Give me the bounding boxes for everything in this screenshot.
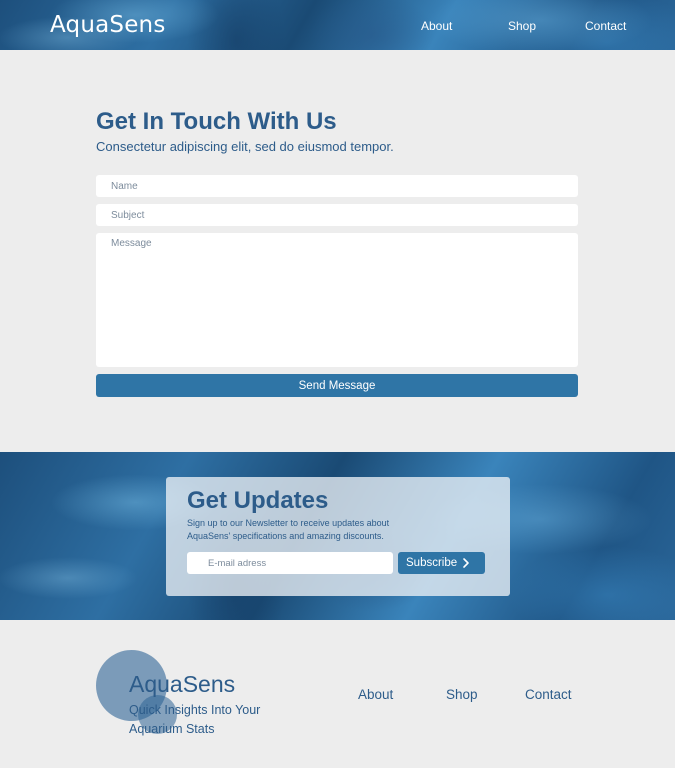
- newsletter-title: Get Updates: [187, 487, 329, 514]
- contact-subtitle: Consectetur adipiscing elit, sed do eius…: [96, 139, 394, 154]
- nav-contact[interactable]: Contact: [585, 19, 626, 33]
- nav-about[interactable]: About: [421, 19, 452, 33]
- newsletter-text: Sign up to our Newsletter to receive upd…: [187, 518, 390, 541]
- footer-tagline: Quick Insights Into Your Aquarium Stats: [129, 703, 261, 736]
- contact-title: Get In Touch With Us: [96, 108, 337, 135]
- nav-shop[interactable]: Shop: [508, 19, 536, 33]
- message-field[interactable]: [96, 233, 578, 367]
- email-input[interactable]: [187, 552, 393, 574]
- brand-logo[interactable]: AquaSens: [50, 12, 166, 38]
- chevron-right-icon: [463, 558, 469, 568]
- footer-nav-shop[interactable]: Shop: [446, 687, 478, 702]
- footer-nav-contact[interactable]: Contact: [525, 687, 572, 702]
- site-header: AquaSens About Shop Contact: [0, 0, 675, 50]
- send-message-button[interactable]: Send Message: [96, 374, 578, 397]
- footer-nav-about[interactable]: About: [358, 687, 393, 702]
- footer-brand: AquaSens: [129, 671, 236, 697]
- subscribe-label: Subscribe: [406, 557, 458, 569]
- subject-field[interactable]: [96, 204, 578, 226]
- name-field[interactable]: [96, 175, 578, 197]
- subscribe-button[interactable]: Subscribe: [398, 552, 485, 574]
